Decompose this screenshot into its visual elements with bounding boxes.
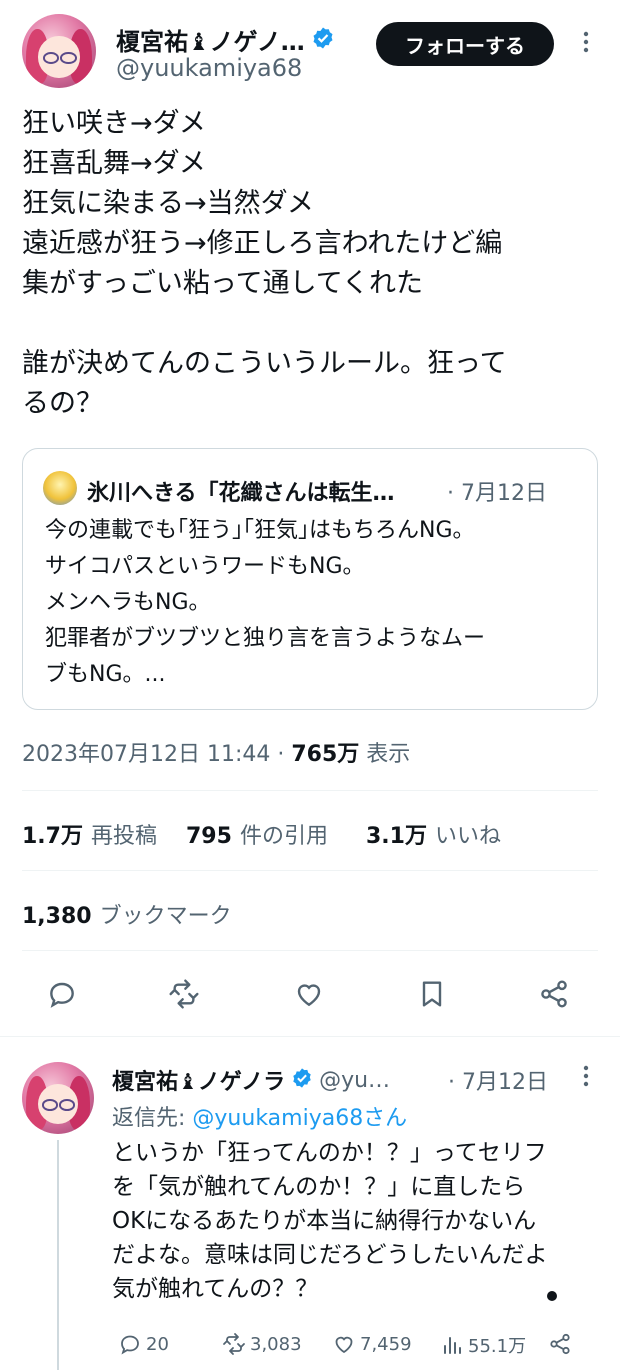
bookmarks-stat[interactable]: 1,380 ブックマーク xyxy=(22,898,232,930)
reply-author-avatar[interactable] xyxy=(22,1062,94,1134)
reply-author-handle[interactable]: @yu… xyxy=(319,1068,390,1093)
reply-likes-stat[interactable]: 7,459 xyxy=(332,1332,412,1356)
verified-badge-icon xyxy=(311,26,335,54)
share-icon[interactable] xyxy=(538,978,570,1010)
reply-to-line: 返信先: @yuukamiya68さん xyxy=(112,1106,408,1131)
author-name[interactable]: 榎宮祐♝ノゲノ… xyxy=(116,22,305,57)
follow-button[interactable]: フォローする xyxy=(376,22,554,66)
quote-body: 今の連載でも｢狂う｣｢狂気｣はもちろんNG。 サイコパスというワードもNG。 メ… xyxy=(45,518,486,687)
quotes-stat[interactable]: 795 件の引用 xyxy=(186,818,328,850)
quote-author-avatar xyxy=(43,471,77,505)
reply-to-handle-link[interactable]: @yuukamiya68さん xyxy=(192,1106,407,1131)
tweet-timestamp-row: 2023年07月12日 11:44 · 765万 表示 xyxy=(22,736,410,768)
divider xyxy=(0,1036,620,1037)
likes-stat[interactable]: 3.1万 いいね xyxy=(366,818,501,850)
reply-author-name[interactable]: 榎宮祐♝ノゲノラ xyxy=(112,1064,285,1096)
views-count: 765万 xyxy=(291,742,360,767)
tweet-body: 狂い咲き→ダメ 狂喜乱舞→ダメ 狂気に染まる→当然ダメ 遠近感が狂う→修正しろ言… xyxy=(22,108,507,419)
author-avatar[interactable] xyxy=(22,14,96,88)
quote-tweet-card[interactable]: 氷川へきる「花織さんは転生… · 7月12日 今の連載でも｢狂う｣｢狂気｣はもち… xyxy=(22,448,598,710)
divider xyxy=(22,950,598,951)
bookmark-icon[interactable] xyxy=(416,978,448,1010)
reply-date[interactable]: · 7月12日 xyxy=(448,1064,548,1096)
reply-icon[interactable] xyxy=(46,978,78,1010)
views-label: 表示 xyxy=(359,742,411,767)
thread-line xyxy=(57,1140,59,1370)
repost-icon[interactable] xyxy=(168,978,200,1010)
reply-share-icon[interactable] xyxy=(548,1332,572,1356)
quote-author-name: 氷川へきる「花織さんは転生… xyxy=(87,481,395,506)
quote-date: · 7月12日 xyxy=(447,481,547,506)
reply-replies-stat[interactable]: 20 xyxy=(118,1332,169,1356)
author-handle[interactable]: @yuukamiya68 xyxy=(116,54,302,82)
divider xyxy=(22,870,598,871)
more-vertical-icon[interactable] xyxy=(578,30,594,59)
more-vertical-icon[interactable] xyxy=(578,1064,594,1093)
reply-views-stat[interactable]: 55.1万 xyxy=(440,1332,526,1358)
reply-reposts-stat[interactable]: 3,083 xyxy=(222,1332,302,1356)
reposts-stat[interactable]: 1.7万 再投稿 xyxy=(22,818,157,850)
tweet-datetime[interactable]: 2023年07月12日 11:44 · xyxy=(22,742,291,767)
like-heart-icon[interactable] xyxy=(293,978,325,1010)
verified-badge-icon xyxy=(291,1067,313,1093)
divider xyxy=(22,790,598,791)
scroll-indicator-dot xyxy=(547,1291,557,1301)
reply-body: というか「狂ってんのか！？」ってセリフ を「気が触れてんのか！？」に直したら O… xyxy=(112,1140,548,1302)
